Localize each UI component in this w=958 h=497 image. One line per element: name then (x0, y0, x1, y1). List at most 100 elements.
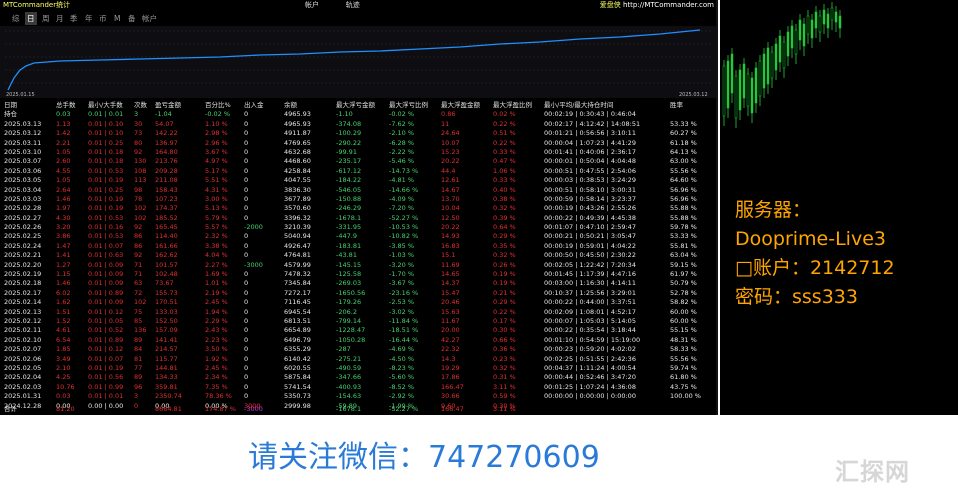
table-cell: 73 (134, 129, 143, 138)
table-cell: 101.57 (155, 260, 178, 269)
table-cell: 56.96 % (670, 185, 697, 194)
tab-5[interactable]: 年 (83, 12, 95, 25)
table-cell: 152.50 (155, 316, 178, 325)
table-cell: 00:01:07 | 0:47:10 | 2:59:47 (544, 223, 636, 232)
table-cell: 1.05 (56, 147, 71, 156)
table-cell: 2025.02.12 (4, 316, 42, 325)
table-row: 合计 81.20 8664.81 174.87 % -3000 -1678.1 -52.27… (0, 405, 716, 414)
tab-6[interactable]: 币 (97, 12, 109, 25)
table-cell: -331.95 (336, 223, 362, 232)
table-cell: 4911.87 (284, 129, 311, 138)
title-url: 爱盘侠 http://MTCommander.com (599, 1, 714, 9)
tab-3[interactable]: 月 (54, 12, 66, 25)
table-cell: 1.97 (56, 204, 71, 213)
tab-1[interactable]: 日 (25, 12, 37, 25)
tab-0[interactable]: 综 (10, 12, 22, 25)
table-cell: -1050.28 (336, 335, 366, 344)
tab-4[interactable]: 季 (68, 12, 80, 25)
table-cell: 1.85 (56, 345, 71, 354)
table-row: 日期 总手数 最小/大手数 次数 盈亏金额 百分比% 出入金 余额 最大浮亏金额 最大浮亏比例 最大… (0, 101, 716, 110)
table-cell: 00:00:03 | 0:38:53 | 3:24:29 (544, 176, 636, 185)
table-cell: 92 (134, 251, 143, 260)
table-cell: 4258.84 (284, 166, 311, 175)
table-cell: 53.33 % (670, 232, 697, 241)
table-row: 2025.02.28 1.97 0.01 | 0.19 102 174.37 5.13 %… (0, 204, 716, 213)
tab-9[interactable]: 帐户 (140, 12, 159, 25)
table-cell: 63 (134, 279, 143, 288)
table-cell: 73.67 (155, 279, 174, 288)
table-cell: 102.48 (155, 270, 178, 279)
price-candle (726, 55, 730, 118)
table-cell: 3.20 (56, 223, 71, 232)
table-cell: 142.22 (155, 129, 178, 138)
table-cell: 55.15 % (670, 326, 697, 335)
table-cell: 2025.03.03 (4, 194, 42, 203)
table-cell: 00:00:51 | 0:58:10 | 3:00:31 (544, 185, 636, 194)
table-cell: -246.29 (336, 204, 362, 213)
table-cell: 2.10 (56, 363, 71, 372)
table-cell: -490.59 (336, 363, 362, 372)
table-cell: 0 (244, 392, 249, 401)
table-cell: 2025.02.25 (4, 232, 42, 241)
tab-2[interactable]: 周 (40, 12, 52, 25)
table-cell: 60.27 % (670, 129, 697, 138)
table-cell: -184.22 (336, 176, 362, 185)
table-cell: 55.56 % (670, 166, 697, 175)
table-cell: 0.26 % (493, 260, 516, 269)
table-cell: 22.32 (441, 345, 460, 354)
table-cell: 2025.02.24 (4, 241, 42, 250)
table-cell: 209.28 (155, 166, 178, 175)
table-cell: 2.45 % (205, 363, 228, 372)
table-cell: 53.33 % (670, 119, 697, 128)
table-cell: -11.84 % (389, 316, 419, 325)
table-cell: 107.23 (155, 194, 178, 203)
table-cell: 1.01 % (205, 279, 228, 288)
table-cell: 17.86 (441, 373, 460, 382)
equity-chart-svg (5, 29, 713, 91)
equity-line (7, 29, 701, 91)
table-cell: 00:01:45 | 1:17:39 | 4:47:16 (544, 270, 636, 279)
table-cell: 78.36 % (205, 392, 232, 401)
table-row: 2025.02.13 1.51 0.01 | 0.12 75 133.03 1.94 % 0… (0, 307, 716, 317)
price-candle (806, 10, 810, 44)
table-cell: -290.22 (336, 138, 362, 147)
equity-date-end: 2025.03.12 (679, 92, 708, 98)
table-cell: 3.38 % (205, 241, 228, 250)
table-cell: -99.91 (336, 147, 357, 156)
table-cell: 1.10 % (205, 119, 228, 128)
table-row: 2025.03.10 1.05 0.01 | 0.18 92 164.80 3.67 % 0… (0, 147, 716, 157)
table-cell: 0 (244, 147, 249, 156)
table-cell: 4965.93 (284, 119, 311, 128)
table-row: 2025.02.05 2.10 0.01 | 0.19 77 144.81 2.45 % 0… (0, 363, 716, 373)
table-cell: 59.74 % (670, 363, 697, 372)
table-cell: 0.31 % (493, 373, 516, 382)
table-cell: -14.73 % (389, 166, 419, 175)
table-cell: 161.66 (155, 241, 178, 250)
table-cell: 2025.03.10 (4, 147, 42, 156)
table-cell: 0.19 % (493, 270, 516, 279)
table-cell: 77 (134, 363, 143, 372)
table-cell: 7478.32 (284, 270, 311, 279)
table-cell: 4.30 (56, 213, 71, 222)
table-cell: -546.05 (336, 185, 362, 194)
table-cell: 0.59 % (493, 392, 516, 401)
table-cell: 日期 (4, 101, 17, 109)
table-cell: 0.17 % (493, 316, 516, 325)
table-cell: 1.15 (56, 270, 71, 279)
table-cell: 00:02:17 | 4:12:42 | 14:08:51 (544, 119, 641, 128)
tab-8[interactable]: 备 (126, 12, 138, 25)
table-cell: 0.33 % (493, 147, 516, 156)
price-candle (766, 42, 770, 94)
table-cell: -4.50 % (389, 354, 415, 363)
table-cell: 92 (134, 223, 143, 232)
table-cell: 3210.39 (284, 223, 311, 232)
table-cell: 0 (244, 373, 249, 382)
table-cell: -2000 (244, 223, 263, 232)
table-cell: 10.04 (441, 204, 460, 213)
price-candle (778, 30, 782, 72)
table-cell: 0 (244, 335, 249, 344)
table-cell: 0.22 % (493, 307, 516, 316)
table-cell: 4468.60 (284, 157, 311, 166)
price-candle (818, 10, 822, 42)
tab-7[interactable]: M (112, 12, 122, 25)
